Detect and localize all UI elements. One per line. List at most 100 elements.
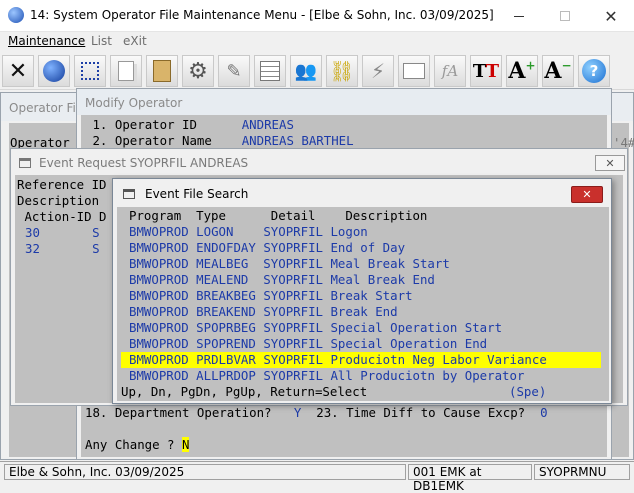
program-cell: BMWOPROD [129,224,189,239]
font-decrease-button[interactable]: A− [542,55,574,87]
detail-cell: SYOPRFIL [263,272,323,287]
detail-cell: SYOPRFIL [263,352,323,367]
lightning-icon: ⚡ [370,59,386,83]
list-item[interactable]: BMWOPROD BREAKEND SYOPRFIL Break End [121,304,601,320]
list-item[interactable]: 32 S [25,241,100,257]
minimize-button[interactable] [496,0,542,32]
reference-id-label: Reference ID [17,177,107,192]
users-icon: 👥 [294,60,318,82]
time-diff-label: 23. Time Diff to Cause Excp? [301,405,541,420]
status-company: Elbe & Sohn, Inc. 03/09/2025 [4,464,406,480]
description-cell: Special Operation End [330,336,488,351]
list-item[interactable]: BMWOPROD ENDOFDAY SYOPRFIL End of Day [121,240,601,256]
status-program: SYOPRMNU [534,464,630,480]
menu-exit[interactable]: eXit [123,34,147,48]
window-icon [19,158,31,168]
help-icon: ? [582,59,606,83]
link-button[interactable]: ⛓ [326,55,358,87]
window-button[interactable] [398,55,430,87]
modify-operator-header: Modify Operator [77,89,611,115]
close-icon: ✕ [604,6,618,26]
detail-cell: SYOPRFIL [263,256,323,271]
gear-icon: ⚙ [188,58,208,84]
program-cell: BMWOPROD [129,304,189,319]
list-item[interactable]: BMWOPROD MEALEND SYOPRFIL Meal Break End [121,272,601,288]
description-cell: All Produciotn by Operator [330,368,525,383]
list-item[interactable]: BMWOPROD ALLPRDOP SYOPRFIL All Produciot… [121,368,601,384]
program-cell: BMWOPROD [129,320,189,335]
window-icon [123,189,135,199]
description-cell: Special Operation Start [330,320,503,335]
list-item[interactable]: 30 S [25,225,100,241]
cell-spacer [248,272,263,287]
event-search-close-button[interactable]: ✕ [571,186,603,203]
copy-pages-icon [118,61,134,81]
field-line-2[interactable]: 2. Operator Name ANDREAS BARTHEL [85,133,353,149]
close-icon: ✕ [582,188,592,201]
description-cell: End of Day [330,240,406,255]
prompt-input[interactable]: N [181,437,190,452]
detail-cell: SYOPRFIL [263,320,323,335]
list-item[interactable]: BMWOPROD SPOPRBEG SYOPRFIL Special Opera… [121,320,601,336]
maximize-button[interactable] [542,0,588,32]
action-id: 32 [25,241,40,256]
edit-form-icon: ✎ [226,60,242,82]
type-cell: ALLPRDOP [196,368,256,383]
chain-link-icon: ⛓ [329,59,355,83]
menu-maintenance[interactable]: Maintenance [8,34,85,48]
help-button[interactable]: ? [578,55,610,87]
type-cell: BREAKBEG [196,288,256,303]
detail-cell: SYOPRFIL [263,368,323,383]
type-cell: ENDOFDAY [196,240,256,255]
type-cell: PRDLBVAR [196,352,256,367]
lightning-button[interactable]: ⚡ [362,55,394,87]
prompt-label: Any Change ? [85,437,182,452]
list-item[interactable]: BMWOPROD PRDLBVAR SYOPRFIL Produciotn Ne… [121,352,601,368]
action-code: S [92,241,100,256]
text-style-button[interactable]: TT [470,55,502,87]
change-prompt[interactable]: Any Change ? N [85,437,190,453]
list-item[interactable]: BMWOPROD MEALBEG SYOPRFIL Meal Break Sta… [121,256,601,272]
font-increase-button[interactable]: A+ [506,55,538,87]
close-button[interactable]: ✕ [588,0,634,32]
operator-id-value: ANDREAS [241,117,294,132]
font-decrease-icon: A− [544,58,572,84]
edit-button[interactable]: ✎ [218,55,250,87]
users-button[interactable]: 👥 [290,55,322,87]
type-cell: SPOPRBEG [196,320,256,335]
cell-spacer [248,256,263,271]
list-item[interactable]: BMWOPROD SPOPREND SYOPRFIL Special Opera… [121,336,601,352]
copy-button[interactable] [110,55,142,87]
menu-list[interactable]: List [91,34,112,48]
paste-button[interactable] [146,55,178,87]
font-button[interactable]: 𝑓A [434,55,466,87]
field-line-1[interactable]: 1. Operator ID ANDREAS [85,117,294,133]
detail-cell: SYOPRFIL [263,288,323,303]
program-cell: BMWOPROD [129,336,189,351]
field-num: 2. [85,133,108,148]
exit-button[interactable]: ✕ [2,55,34,87]
program-cell: BMWOPROD [129,352,189,367]
select-button[interactable] [74,55,106,87]
detail-cell: SYOPRFIL [263,336,323,351]
settings-button[interactable]: ⚙ [182,55,214,87]
event-search-terminal: Program Type Detail Description BMWOPROD… [117,207,609,401]
table-button[interactable] [254,55,286,87]
description-cell: Break Start [330,288,413,303]
program-cell: BMWOPROD [129,272,189,287]
event-request-close-button[interactable]: ✕ [595,155,625,171]
maximize-icon [560,11,570,21]
status-user: 001 EMK at DB1EMK [408,464,532,493]
type-cell: MEALEND [196,272,249,287]
list-item[interactable]: BMWOPROD BREAKBEG SYOPRFIL Break Start [121,288,601,304]
type-cell: SPOPREND [196,336,256,351]
app-globe-icon [8,7,24,23]
type-cell: LOGON [196,224,234,239]
list-item[interactable]: BMWOPROD LOGON SYOPRFIL Logon [121,224,601,240]
field-label: Operator Name [114,133,212,148]
action-code: S [92,225,100,240]
search-footer: Up, Dn, PgDn, PgUp, Return=Select [121,384,368,399]
event-request-titlebar: Event Request SYOPRFIL ANDREAS [11,149,627,177]
globe-button[interactable] [38,55,70,87]
field-line-18[interactable]: 18. Department Operation? Y 23. Time Dif… [85,405,548,421]
